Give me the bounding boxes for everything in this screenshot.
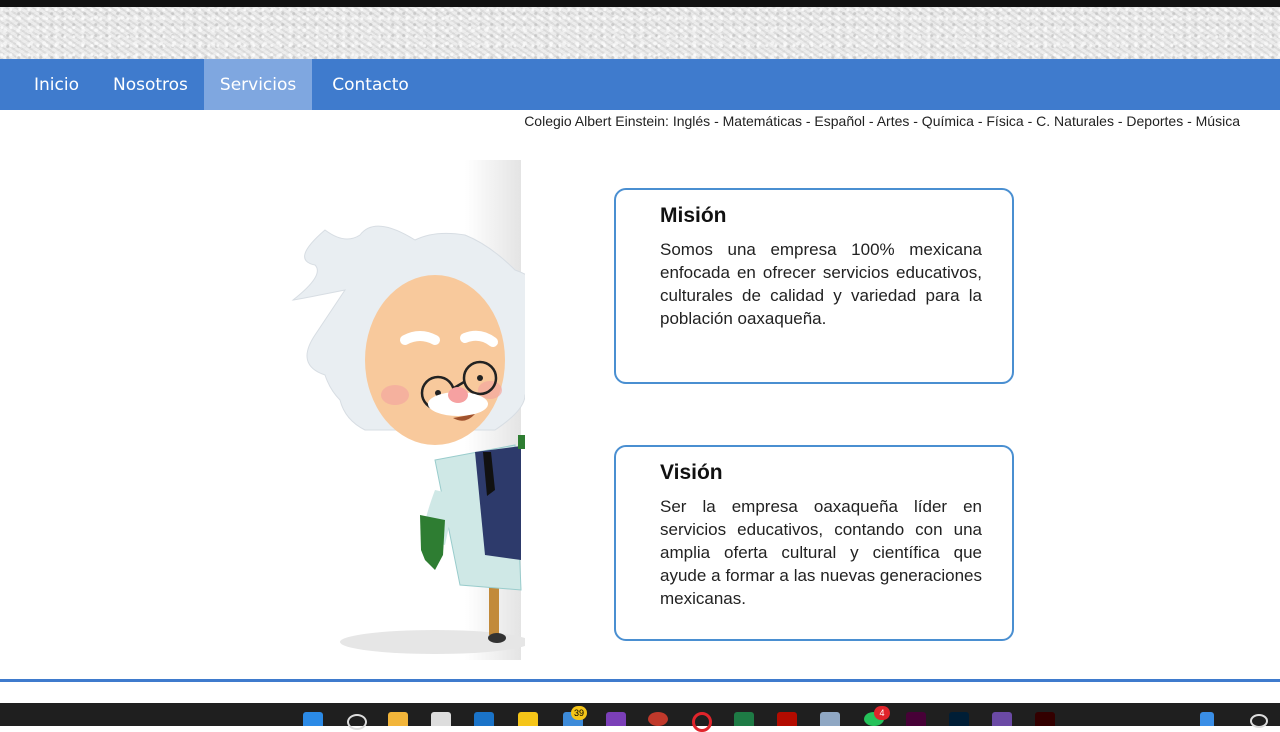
vision-card: Visión Ser la empresa oaxaqueña líder en… xyxy=(614,445,1014,641)
nav-inicio[interactable]: Inicio xyxy=(0,59,97,110)
nav-contacto[interactable]: Contacto xyxy=(312,59,425,110)
vision-text: Ser la empresa oaxaqueña líder en servic… xyxy=(660,497,982,608)
outlook-icon[interactable] xyxy=(474,712,494,726)
tray-onedrive-icon[interactable] xyxy=(1200,712,1214,726)
file-explorer-icon[interactable] xyxy=(388,712,408,726)
einstein-cartoon-illustration xyxy=(291,160,525,660)
mision-text: Somos una empresa 100% mexicana enfocada… xyxy=(660,240,982,328)
photoshop-icon[interactable] xyxy=(949,712,969,726)
search-icon[interactable] xyxy=(347,714,367,730)
header-texture-banner xyxy=(0,7,1280,59)
acrobat-icon[interactable] xyxy=(777,712,797,726)
scrolling-subjects-text: Colegio Albert Einstein: Inglés - Matemá… xyxy=(524,113,1240,129)
main-navbar: Inicio Nosotros Servicios Contacto xyxy=(0,59,1280,110)
opera-icon[interactable] xyxy=(692,712,712,732)
excel-icon[interactable] xyxy=(734,712,754,726)
dreamweaver-icon[interactable] xyxy=(906,712,926,726)
mision-card: Misión Somos una empresa 100% mexicana e… xyxy=(614,188,1014,384)
footer-divider xyxy=(0,679,1280,682)
window-top-border xyxy=(0,0,1280,7)
windows-start-icon[interactable] xyxy=(303,712,323,726)
nav-nosotros[interactable]: Nosotros xyxy=(97,59,204,110)
nav-servicios[interactable]: Servicios xyxy=(203,59,313,110)
media-icon[interactable] xyxy=(992,712,1012,726)
illustrator-icon[interactable] xyxy=(1035,712,1055,726)
whatsapp-badge: 4 xyxy=(874,706,890,720)
vision-title: Visión xyxy=(660,461,723,484)
store-icon[interactable] xyxy=(431,712,451,726)
onenote-icon[interactable] xyxy=(606,712,626,726)
files-badge: 39 xyxy=(571,706,587,720)
mision-title: Misión xyxy=(660,204,727,227)
calculator-icon[interactable] xyxy=(820,712,840,726)
windows-taskbar: 39 4 xyxy=(0,703,1280,732)
sticky-notes-icon[interactable] xyxy=(518,712,538,726)
browser-icon[interactable] xyxy=(648,712,668,726)
